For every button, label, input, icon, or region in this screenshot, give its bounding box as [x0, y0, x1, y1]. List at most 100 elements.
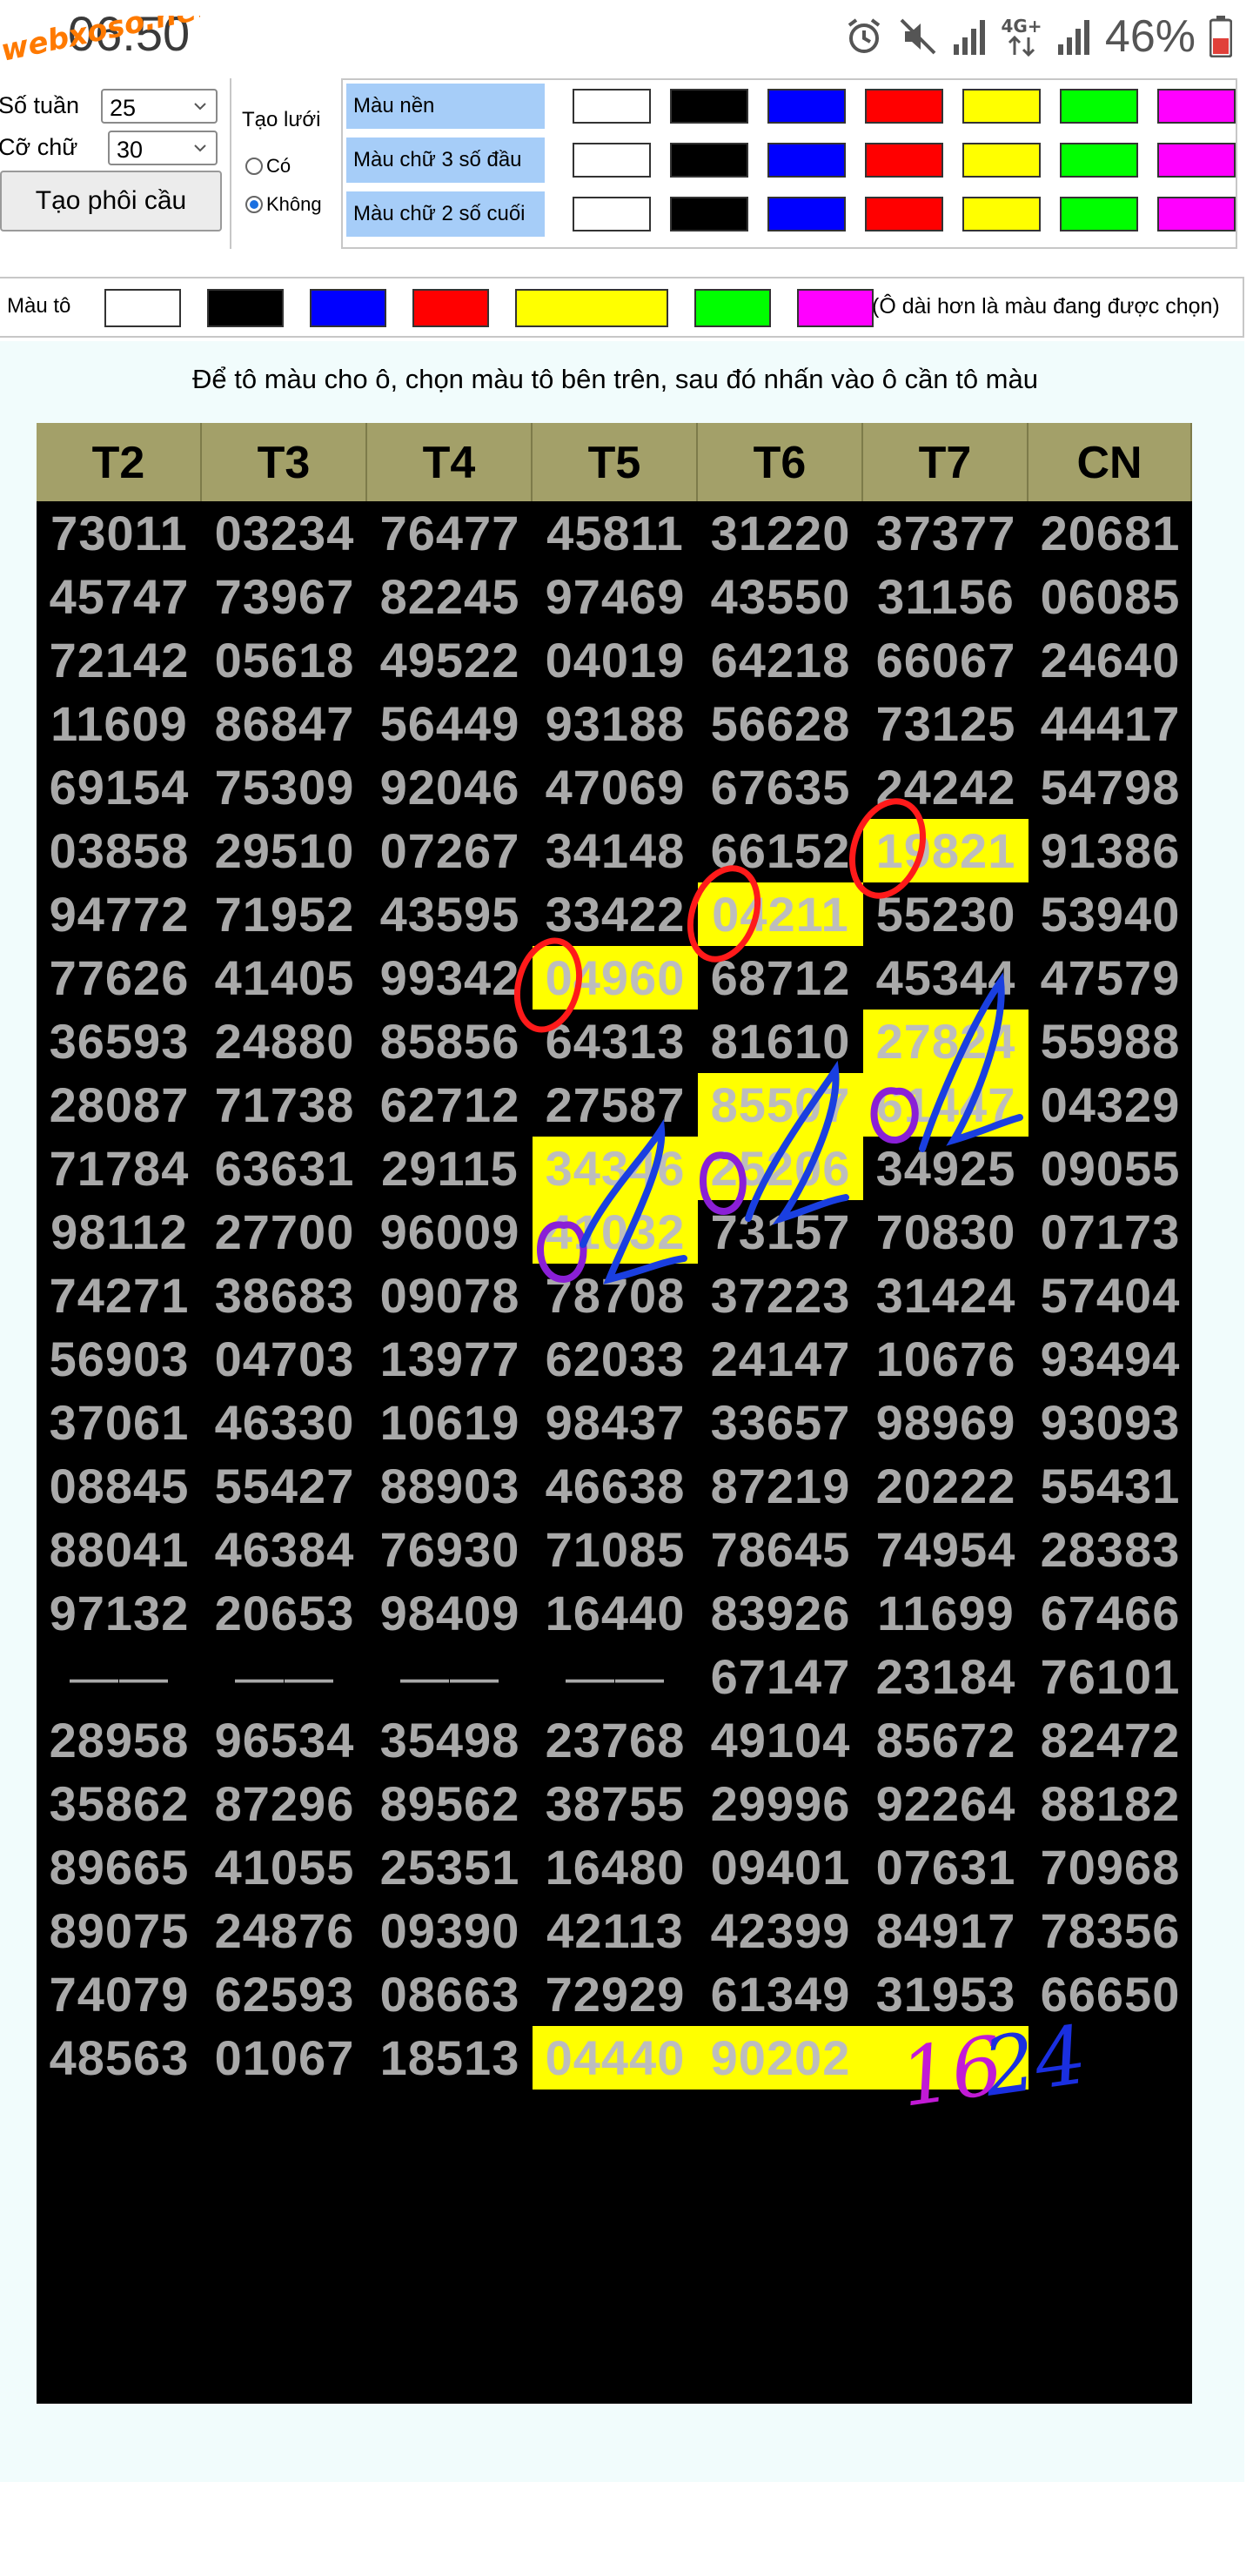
board-cell[interactable]: 29510	[202, 819, 367, 882]
paint-swatch-3[interactable]	[412, 289, 489, 327]
board-cell[interactable]: 24880	[202, 1010, 367, 1073]
board-cell[interactable]: 71784	[37, 1137, 202, 1200]
color-swatch-2-2[interactable]	[767, 197, 846, 231]
paint-swatch-2[interactable]	[310, 289, 386, 327]
board-cell[interactable]: 89562	[367, 1772, 533, 1835]
board-cell[interactable]: 55230	[863, 882, 1029, 946]
board-cell[interactable]: 07267	[367, 819, 533, 882]
board-cell[interactable]: 05618	[202, 628, 367, 692]
board-cell[interactable]: 03858	[37, 819, 202, 882]
board-cell[interactable]: 89075	[37, 1899, 202, 1962]
board-cell[interactable]: 96534	[202, 1708, 367, 1772]
board-cell[interactable]: 45747	[37, 565, 202, 628]
board-cell[interactable]: 35862	[37, 1772, 202, 1835]
board-cell[interactable]: 57404	[1029, 1264, 1192, 1327]
board-cell[interactable]: 99342	[367, 946, 533, 1010]
board-cell[interactable]: 09401	[698, 1835, 863, 1899]
board-cell[interactable]: 64313	[533, 1010, 698, 1073]
board-cell[interactable]: 76477	[367, 501, 533, 565]
board-cell[interactable]: 08845	[37, 1454, 202, 1518]
color-swatch-0-6[interactable]	[1157, 89, 1236, 124]
board-cell[interactable]: 04211	[698, 882, 863, 946]
board-cell[interactable]: 44417	[1029, 692, 1192, 755]
board-cell[interactable]: 55431	[1029, 1454, 1192, 1518]
board-cell[interactable]: 04960	[533, 946, 698, 1010]
color-swatch-0-1[interactable]	[670, 89, 748, 124]
grid-no-radio[interactable]	[245, 196, 263, 213]
board-cell[interactable]: 76101	[1029, 1645, 1192, 1708]
board-cell[interactable]: 16480	[533, 1835, 698, 1899]
board-cell[interactable]: 91386	[1029, 819, 1192, 882]
board-cell[interactable]: 85507	[698, 1073, 863, 1137]
board-cell[interactable]: 74271	[37, 1264, 202, 1327]
board-cell[interactable]: 85856	[367, 1010, 533, 1073]
board-cell[interactable]: 94772	[37, 882, 202, 946]
board-cell[interactable]: 33422	[533, 882, 698, 946]
board-cell[interactable]: 27824	[863, 1010, 1029, 1073]
board-cell[interactable]: 03234	[202, 501, 367, 565]
board-cell[interactable]: 64218	[698, 628, 863, 692]
board-cell[interactable]: 67466	[1029, 1581, 1192, 1645]
color-swatch-1-4[interactable]	[962, 143, 1041, 178]
board-cell[interactable]: 34148	[533, 819, 698, 882]
board-cell[interactable]: ——	[37, 1645, 202, 1708]
board-cell[interactable]: 04019	[533, 628, 698, 692]
board-cell[interactable]: 93093	[1029, 1391, 1192, 1454]
grid-yes-radio[interactable]	[245, 158, 263, 175]
board-cell[interactable]: 78645	[698, 1518, 863, 1581]
board-cell[interactable]: 41055	[202, 1835, 367, 1899]
paint-swatch-6[interactable]	[797, 289, 874, 327]
weeks-select[interactable]: 25	[101, 89, 218, 124]
board-cell[interactable]: 04329	[1029, 1073, 1192, 1137]
board-cell[interactable]: 49104	[698, 1708, 863, 1772]
grid-no-option[interactable]: Không	[245, 193, 322, 216]
board-cell[interactable]: 98409	[367, 1581, 533, 1645]
board-cell[interactable]: 42399	[698, 1899, 863, 1962]
board-cell[interactable]: 56449	[367, 692, 533, 755]
board-cell[interactable]: 61447	[863, 1073, 1029, 1137]
board-cell[interactable]: 87219	[698, 1454, 863, 1518]
board-cell[interactable]: 33657	[698, 1391, 863, 1454]
board-cell[interactable]: 04440	[533, 2026, 698, 2090]
board-cell[interactable]: 42113	[533, 1899, 698, 1962]
board-cell[interactable]: 71085	[533, 1518, 698, 1581]
board-cell[interactable]: 72142	[37, 628, 202, 692]
board-cell[interactable]: 34925	[863, 1137, 1029, 1200]
board-cell[interactable]: 37377	[863, 501, 1029, 565]
board-cell[interactable]: 98112	[37, 1200, 202, 1264]
paint-swatch-1[interactable]	[207, 289, 284, 327]
board-cell[interactable]: 37061	[37, 1391, 202, 1454]
board-cell[interactable]: 76930	[367, 1518, 533, 1581]
board-cell[interactable]: 62033	[533, 1327, 698, 1391]
board-cell[interactable]: 37223	[698, 1264, 863, 1327]
board-cell[interactable]: 27700	[202, 1200, 367, 1264]
color-swatch-0-3[interactable]	[865, 89, 943, 124]
board-cell[interactable]: 46384	[202, 1518, 367, 1581]
board-cell[interactable]: 27587	[533, 1073, 698, 1137]
board-cell[interactable]: 49522	[367, 628, 533, 692]
board-cell[interactable]: 56628	[698, 692, 863, 755]
board-cell[interactable]: 28087	[37, 1073, 202, 1137]
board-cell[interactable]	[863, 2026, 1029, 2090]
color-swatch-1-6[interactable]	[1157, 143, 1236, 178]
board-cell[interactable]: 72929	[533, 1962, 698, 2026]
board-cell[interactable]: 18513	[367, 2026, 533, 2090]
board-cell[interactable]: 63631	[202, 1137, 367, 1200]
board-cell[interactable]: 66650	[1029, 1962, 1192, 2026]
paint-swatch-5[interactable]	[694, 289, 771, 327]
board-cell[interactable]: 43550	[698, 565, 863, 628]
board-cell[interactable]: 47069	[533, 755, 698, 819]
color-swatch-1-3[interactable]	[865, 143, 943, 178]
board-cell[interactable]: 56903	[37, 1327, 202, 1391]
board-cell[interactable]: 54798	[1029, 755, 1192, 819]
board-cell[interactable]: 31953	[863, 1962, 1029, 2026]
board-cell[interactable]: 28383	[1029, 1518, 1192, 1581]
color-swatch-0-5[interactable]	[1060, 89, 1138, 124]
board-cell[interactable]: 09055	[1029, 1137, 1192, 1200]
board-cell[interactable]: 73125	[863, 692, 1029, 755]
board-cell[interactable]: 66067	[863, 628, 1029, 692]
board-cell[interactable]: 20222	[863, 1454, 1029, 1518]
board-cell[interactable]: 92264	[863, 1772, 1029, 1835]
board-cell[interactable]: 20653	[202, 1581, 367, 1645]
board-cell[interactable]: 85672	[863, 1708, 1029, 1772]
